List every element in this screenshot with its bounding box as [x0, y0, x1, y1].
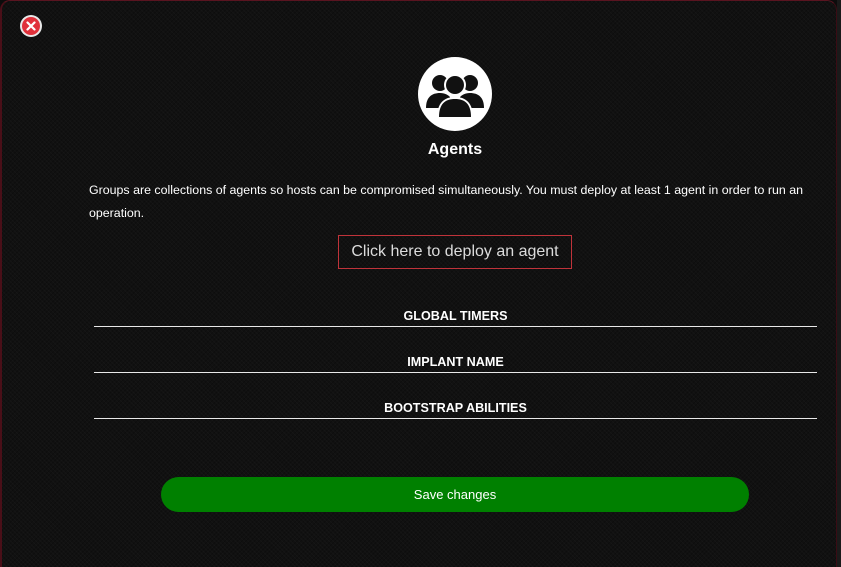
save-changes-button[interactable]: Save changes — [161, 477, 749, 512]
modal-title: Agents — [427, 141, 483, 158]
window-edge — [837, 0, 841, 567]
agents-modal: Agents Groups are collections of agents … — [0, 0, 837, 567]
section-bootstrap-abilities[interactable]: BOOTSTRAP ABILITIES — [94, 397, 817, 419]
modal-description: Groups are collections of agents so host… — [89, 183, 804, 220]
deploy-agent-button[interactable]: Click here to deploy an agent — [338, 235, 572, 269]
section-implant-name[interactable]: IMPLANT NAME — [94, 351, 817, 373]
close-icon — [22, 17, 40, 35]
close-button[interactable] — [20, 15, 42, 37]
users-group-icon — [418, 57, 492, 131]
section-global-timers[interactable]: GLOBAL TIMERS — [94, 305, 817, 327]
